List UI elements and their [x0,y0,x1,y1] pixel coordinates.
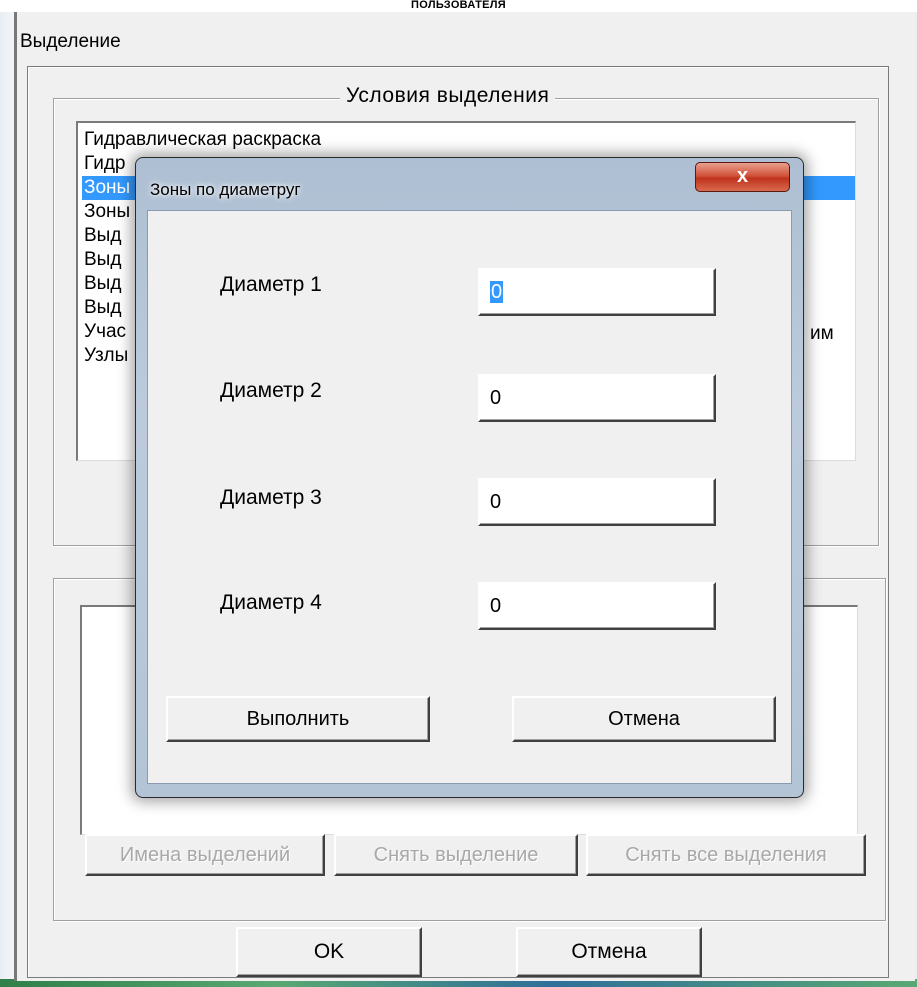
diameter-1-value: 0 [490,281,504,303]
diameter-zones-dialog: Зоны по диаметруг x Диаметр 1 0 Диаметр … [135,157,804,798]
unselect-all-button[interactable]: Снять все выделения [586,834,866,876]
execute-button[interactable]: Выполнить [166,696,430,742]
conditions-group-label: Условия выделения [340,84,556,108]
diameter-4-label: Диаметр 4 [220,591,322,614]
diameter-1-label: Диаметр 1 [220,273,322,296]
selection-names-button[interactable]: Имена выделений [85,834,325,876]
ok-button[interactable]: OK [236,927,422,977]
diameter-2-label: Диаметр 2 [220,379,322,402]
cancel-button[interactable]: Отмена [516,927,702,977]
diameter-4-value: 0 [490,595,502,617]
unselect-button[interactable]: Снять выделение [334,834,578,876]
diameter-2-field[interactable]: 0 [478,374,716,422]
diameter-4-field[interactable]: 0 [478,582,716,630]
diameter-zones-dialog-title: Зоны по диаметруг [150,180,301,199]
diameter-3-label: Диаметр 3 [220,486,322,509]
diameter-zones-dialog-body: Диаметр 1 0 Диаметр 2 0 Диаметр 3 0 Диам… [147,210,792,784]
close-button[interactable]: x [695,162,790,192]
selection-dialog-title: Выделение [20,31,121,52]
condition-text-fragment: им [810,323,834,344]
screen: ПОЛЬЗОВАТЕЛЯ Выделение Условия выделения… [0,0,917,987]
page-caption: ПОЛЬЗОВАТЕЛЯ [411,0,506,11]
modal-cancel-button[interactable]: Отмена [512,696,776,742]
list-item[interactable]: Гидравлическая раскраска [82,128,855,152]
diameter-1-field[interactable]: 0 [478,268,716,316]
diameter-3-value: 0 [490,491,502,513]
close-icon: x [736,165,749,187]
diameter-3-field[interactable]: 0 [478,478,716,526]
diameter-2-value: 0 [490,387,502,409]
